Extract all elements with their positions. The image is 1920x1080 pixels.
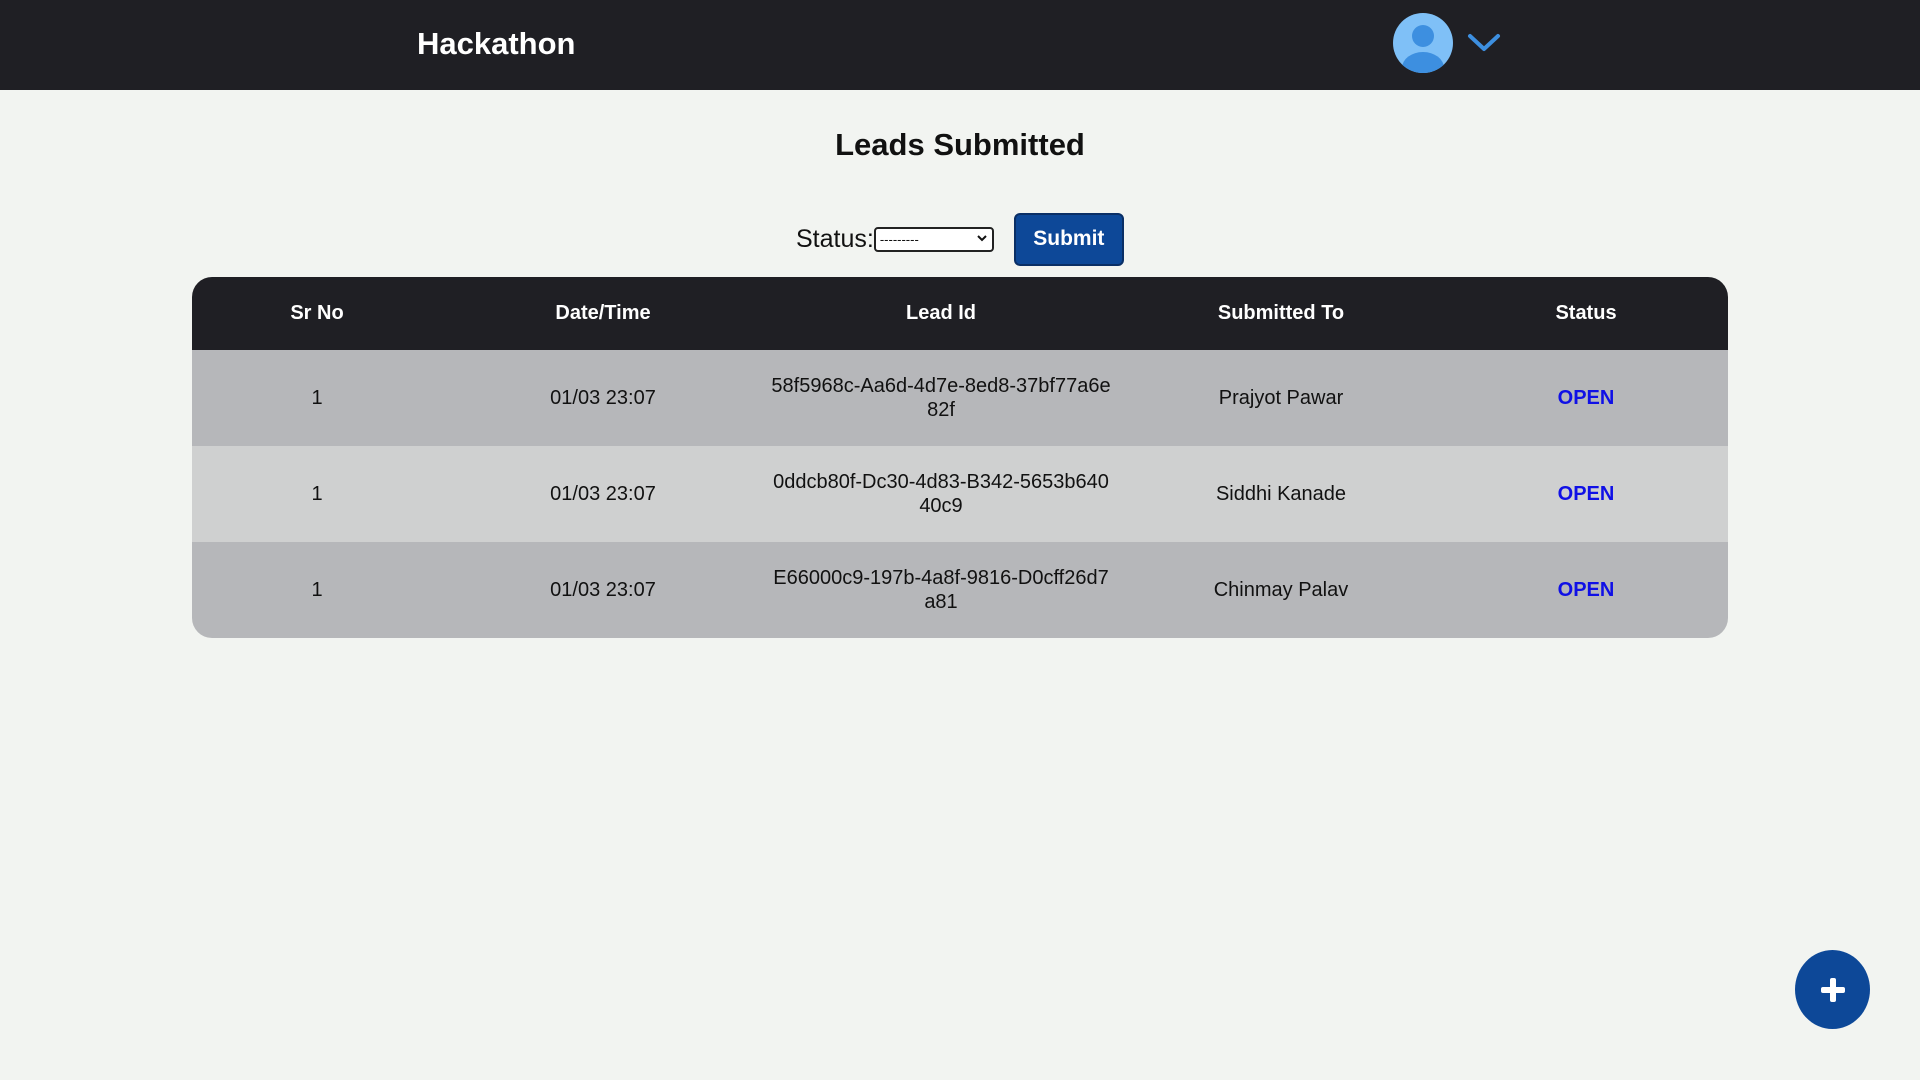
- status-filter-form: Status: --------- Submit: [796, 212, 1124, 266]
- cell-submitted-to: Prajyot Pawar: [1218, 387, 1344, 409]
- cell-sr-no: 1: [311, 579, 323, 601]
- brand-title[interactable]: Hackathon: [417, 26, 575, 62]
- page-title: Leads Submitted: [835, 127, 1085, 162]
- cell-lead-id: 0ddcb80f-Dc30-4d83-B342-5653b64040c9: [773, 471, 1109, 517]
- column-header-sr-no: Sr No: [290, 302, 344, 324]
- table-row: 1 01/03 23:07 E66000c9-197b-4a8f-9816-D0…: [192, 542, 1728, 638]
- column-header-datetime: Date/Time: [555, 302, 651, 324]
- cell-submitted-to: Chinmay Palav: [1213, 579, 1349, 601]
- cell-lead-id: 58f5968c-Aa6d-4d7e-8ed8-37bf77a6e82f: [771, 375, 1111, 421]
- status-badge[interactable]: OPEN: [1444, 578, 1728, 602]
- cell-datetime: 01/03 23:07: [550, 387, 656, 409]
- cell-sr-no: 1: [311, 483, 323, 505]
- chevron-down-icon[interactable]: [1466, 28, 1502, 56]
- cell-datetime: 01/03 23:07: [550, 579, 656, 601]
- add-lead-button[interactable]: [1795, 950, 1870, 1029]
- column-header-status: Status: [1555, 302, 1617, 324]
- cell-lead-id: E66000c9-197b-4a8f-9816-D0cff26d7a81: [773, 567, 1109, 613]
- leads-table: Sr No Date/Time Lead Id Submitted To Sta…: [192, 277, 1728, 638]
- cell-datetime: 01/03 23:07: [550, 483, 656, 505]
- status-badge[interactable]: OPEN: [1444, 482, 1728, 506]
- cell-submitted-to: Siddhi Kanade: [1215, 483, 1347, 505]
- top-navbar: Hackathon: [0, 0, 1920, 90]
- submit-button[interactable]: Submit: [1013, 212, 1124, 266]
- plus-icon: [1820, 977, 1845, 1002]
- column-header-submitted-to: Submitted To: [1217, 302, 1345, 324]
- select-caret-icon: [976, 233, 988, 245]
- status-select-value: ---------: [879, 231, 919, 247]
- table-header: Sr No Date/Time Lead Id Submitted To Sta…: [192, 277, 1728, 350]
- table-row: 1 01/03 23:07 58f5968c-Aa6d-4d7e-8ed8-37…: [192, 350, 1728, 446]
- status-select[interactable]: ---------: [873, 226, 994, 252]
- column-header-lead-id: Lead Id: [905, 302, 976, 324]
- user-avatar-icon[interactable]: [1393, 13, 1453, 73]
- status-filter-label: Status:: [796, 225, 874, 253]
- status-badge[interactable]: OPEN: [1444, 386, 1728, 410]
- cell-sr-no: 1: [311, 387, 323, 409]
- table-row: 1 01/03 23:07 0ddcb80f-Dc30-4d83-B342-56…: [192, 446, 1728, 542]
